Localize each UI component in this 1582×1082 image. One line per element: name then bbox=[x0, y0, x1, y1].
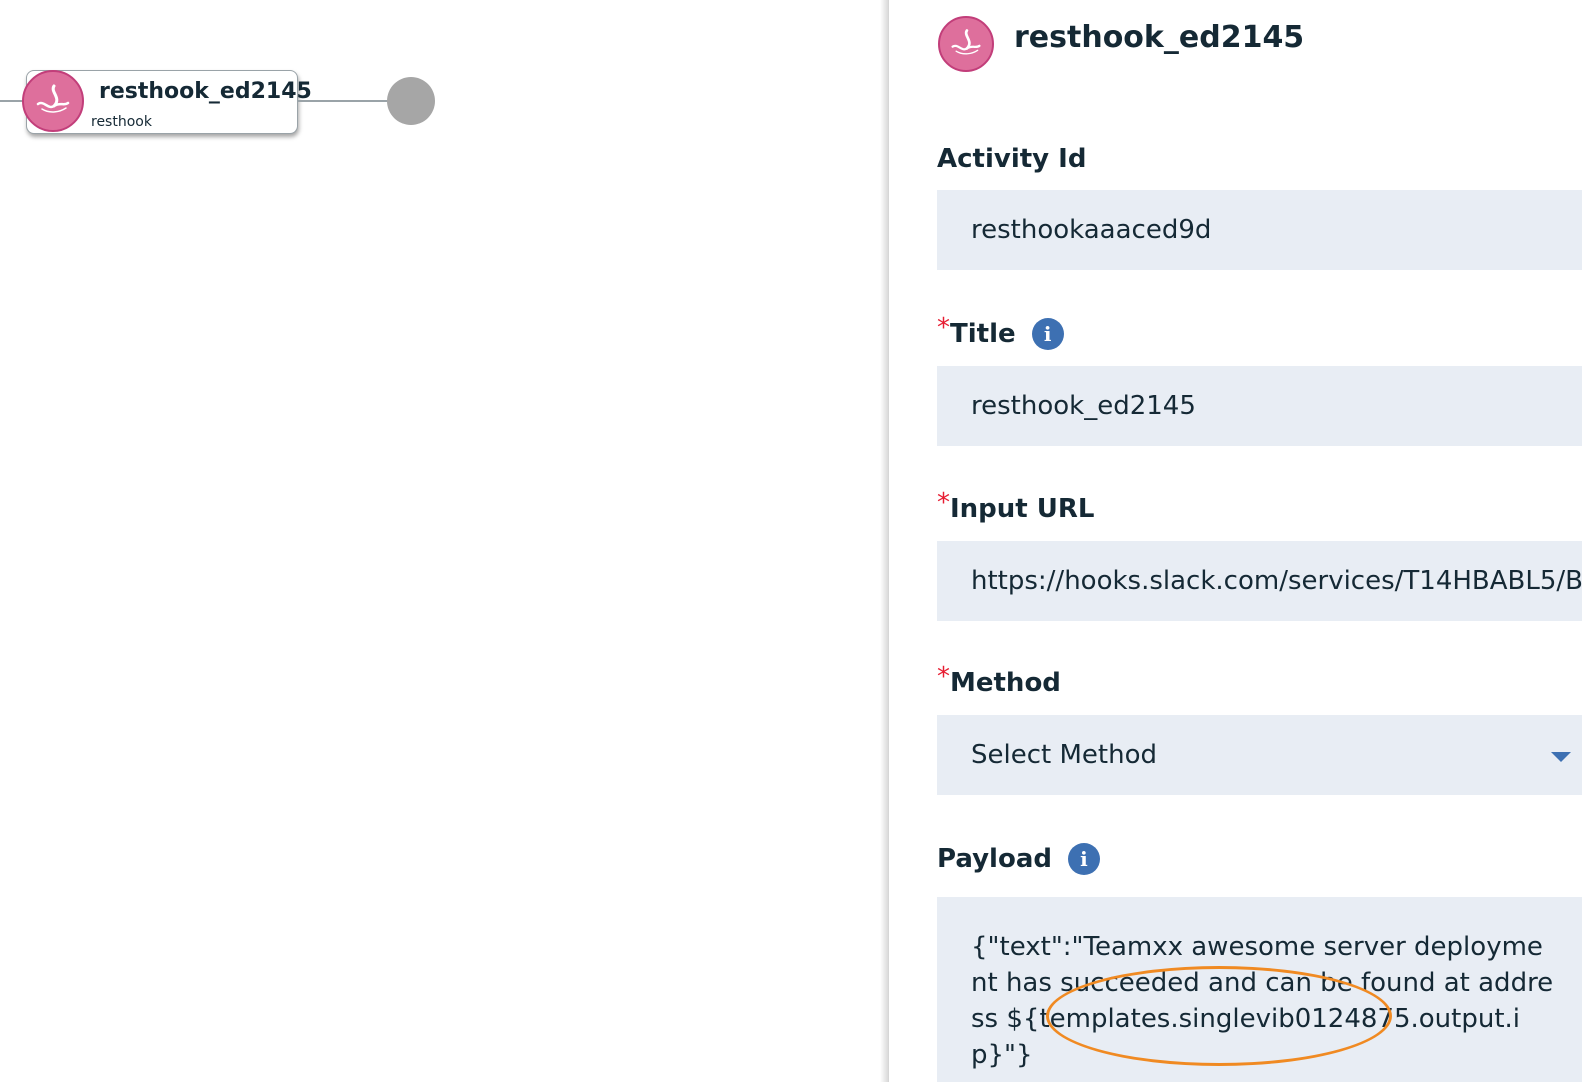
title-label-text: Title bbox=[950, 319, 1016, 349]
resthook-icon bbox=[938, 16, 994, 72]
resthook-icon bbox=[22, 70, 84, 132]
method-label: * Method bbox=[937, 662, 1061, 698]
title-label: * Title i bbox=[937, 313, 1064, 350]
info-icon[interactable]: i bbox=[1031, 318, 1064, 350]
node-subtitle: resthook bbox=[91, 114, 152, 130]
title-field[interactable]: resthook_ed2145 bbox=[937, 366, 1582, 446]
node-title: resthook_ed2145 bbox=[99, 79, 312, 104]
input-url-field[interactable]: https://hooks.slack.com/services/T14HBAB… bbox=[937, 541, 1582, 621]
input-url-label-text: Input URL bbox=[950, 494, 1095, 524]
method-select[interactable]: Select Method bbox=[937, 715, 1582, 795]
incoming-connector bbox=[0, 100, 24, 102]
payload-label: Payload i bbox=[937, 843, 1100, 875]
activity-id-label: Activity Id bbox=[937, 144, 1086, 174]
payload-textarea[interactable]: {"text":"Teamxx awesome server deploymen… bbox=[937, 897, 1582, 1082]
activity-id-label-text: Activity Id bbox=[937, 144, 1087, 174]
input-url-label: * Input URL bbox=[937, 488, 1095, 524]
outgoing-connector bbox=[298, 100, 390, 102]
panel-title: resthook_ed2145 bbox=[1014, 20, 1305, 55]
activity-id-field[interactable]: resthookaaaced9d bbox=[937, 190, 1582, 270]
method-label-text: Method bbox=[950, 668, 1061, 698]
payload-label-text: Payload bbox=[937, 844, 1052, 874]
chevron-down-icon[interactable] bbox=[1551, 752, 1571, 762]
required-marker: * bbox=[937, 313, 950, 343]
flow-canvas[interactable]: resthook_ed2145 resthook bbox=[0, 0, 886, 1082]
required-marker: * bbox=[937, 662, 950, 692]
required-marker: * bbox=[937, 488, 950, 518]
info-icon[interactable]: i bbox=[1067, 843, 1100, 875]
properties-panel: resthook_ed2145 Activity Id resthookaaac… bbox=[888, 0, 1582, 1082]
add-step-port[interactable] bbox=[387, 77, 435, 125]
